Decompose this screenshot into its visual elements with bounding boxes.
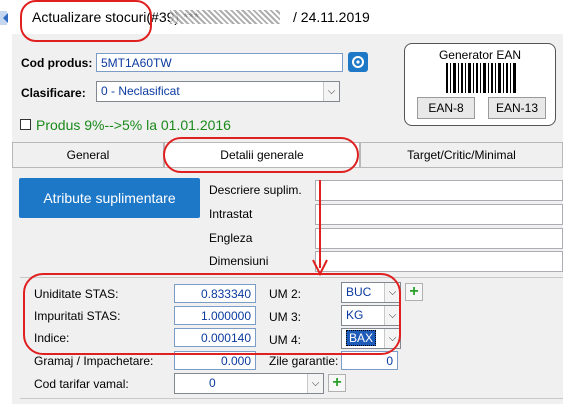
clasificare-label: Clasificare: <box>21 86 86 100</box>
cod-produs-input[interactable]: 5MT1A60TW <box>96 53 343 72</box>
tab-target-critic-minimal[interactable]: Target/Critic/Minimal <box>360 142 563 167</box>
ean-title: Generator EAN <box>438 48 522 62</box>
engleza-label: Engleza <box>209 231 253 245</box>
bottom-divider <box>20 398 563 399</box>
cod-tarifar-select[interactable]: 0 ⌵ <box>174 373 324 394</box>
title-highlight-ring <box>20 0 152 42</box>
intrastat-input[interactable] <box>315 204 563 225</box>
units-highlight-ring <box>23 273 401 355</box>
redacted-text <box>170 10 280 24</box>
cod-tarifar-label: Cod tarifar vamal: <box>34 377 129 391</box>
lookup-icon[interactable] <box>348 52 368 72</box>
descriere-label: Descriere suplim. <box>209 183 302 197</box>
cod-produs-label: Cod produs: <box>21 56 93 70</box>
add-um2-icon[interactable]: + <box>405 283 423 301</box>
annotation-arrow-icon <box>310 178 330 278</box>
add-cod-tarifar-icon[interactable]: + <box>328 374 346 392</box>
clasificare-select[interactable]: 0 - Neclasificat ⌵ <box>96 81 340 102</box>
tab-general[interactable]: General <box>12 142 164 167</box>
window-date: / 24.11.2019 <box>293 9 370 25</box>
chevron-down-icon[interactable]: ⌵ <box>307 374 323 393</box>
barcode-icon <box>446 63 516 93</box>
intrastat-label: Intrastat <box>209 207 253 221</box>
clasificare-value: 0 - Neclasificat <box>101 84 180 98</box>
tva-checkbox[interactable] <box>20 119 31 130</box>
app-icon <box>0 10 18 26</box>
ean13-button[interactable]: EAN-13 <box>488 97 546 119</box>
dimensiuni-input[interactable] <box>315 251 563 272</box>
descriere-input[interactable] <box>315 180 563 201</box>
tab-highlight-ring <box>163 137 359 173</box>
chevron-down-icon[interactable]: ⌵ <box>323 82 339 101</box>
gramaj-label: Gramaj / Impachetare: <box>34 354 154 368</box>
zile-garantie-label: Zile garantie: <box>269 354 339 368</box>
cod-tarifar-value: 0 <box>209 376 216 390</box>
tva-checkbox-label: Produs 9%-->5% la 01.01.2016 <box>36 117 231 133</box>
ean8-button[interactable]: EAN-8 <box>417 97 475 119</box>
atribute-suplimentare-button[interactable]: Atribute suplimentare <box>19 178 200 218</box>
dimensiuni-label: Dimensiuni <box>209 254 269 268</box>
engleza-input[interactable] <box>315 228 563 249</box>
